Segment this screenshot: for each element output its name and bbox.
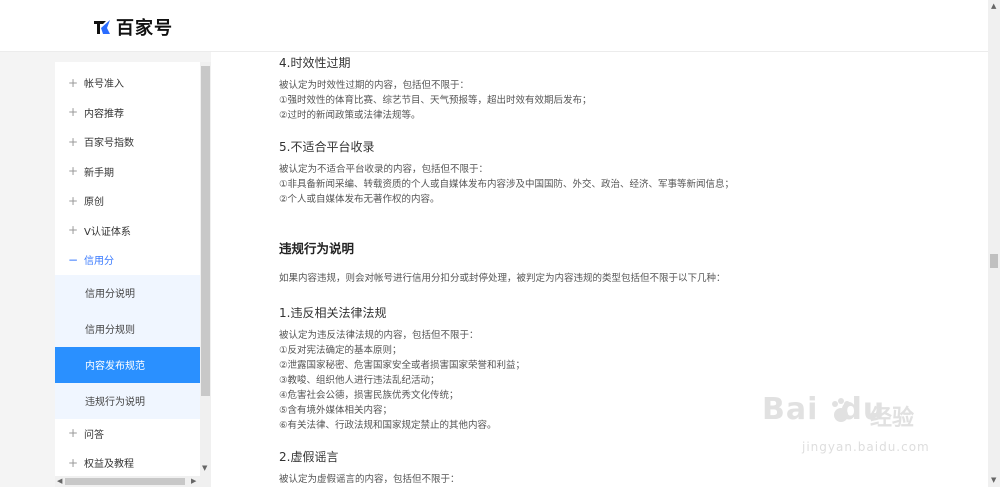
paragraph-line: 如果内容违规，则会对帐号进行信用分扣分或封停处理，被判定为内容违规的类型包括但不…	[279, 273, 726, 284]
expand-icon: +	[68, 105, 79, 120]
collapse-icon: −	[68, 252, 79, 267]
expand-icon: +	[68, 75, 79, 90]
sidebar-item-label: 信用分	[84, 256, 114, 268]
section-heading: 违规行为说明	[279, 241, 355, 256]
sidebar-item-label: 帐号准入	[84, 79, 124, 91]
paragraph-line: ①非具备新闻采编、转载资质的个人或自媒体发布内容涉及中国国防、外交、政治、经济、…	[279, 179, 735, 190]
sidebar-item-label: 问答	[84, 429, 104, 441]
sidebar-item-label: 原创	[84, 197, 104, 209]
watermark-url: jingyan.baidu.com	[802, 440, 930, 454]
scroll-down-arrow-icon[interactable]: ▼	[991, 476, 996, 484]
sidebar-item-label: 内容推荐	[84, 108, 124, 120]
page-scroll-thumb[interactable]	[990, 254, 998, 268]
section-title: 5.不适合平台收录	[279, 140, 375, 154]
paragraph-line: ②过时的新闻政策或法律法规等。	[279, 110, 421, 121]
sidebar-item-index[interactable]: + 百家号指数	[55, 127, 200, 157]
sidebar-item-content-recommend[interactable]: + 内容推荐	[55, 98, 200, 128]
paragraph-line: 被认定为虚假谣言的内容，包括但不限于：	[279, 474, 460, 485]
sidebar-item-newbie[interactable]: + 新手期	[55, 157, 200, 187]
scroll-up-arrow-icon[interactable]: ▲	[991, 2, 996, 10]
sidebar-hscrollbar[interactable]: ◀ ▶	[55, 476, 211, 487]
paragraph-line: ②个人或自媒体发布无著作权的内容。	[279, 194, 440, 205]
scroll-down-arrow-icon[interactable]: ▼	[202, 464, 207, 472]
section-illegal: 1.违反相关法律法规 被认定为违反法律法规的内容，包括但不限于： ①反对宪法确定…	[279, 304, 525, 433]
paragraph-line: ⑥有关法律、行政法规和国家规定禁止的其他内容。	[279, 420, 497, 431]
sidebar-item-account-access[interactable]: + 帐号准入	[55, 68, 200, 98]
section-violation: 违规行为说明 如果内容违规，则会对帐号进行信用分扣分或封停处理，被判定为内容违规…	[279, 238, 726, 286]
scroll-left-arrow-icon[interactable]: ◀	[57, 477, 62, 485]
logo-text: 百家号	[116, 18, 173, 39]
top-bar: 百家号	[0, 0, 988, 52]
section-title: 4.时效性过期	[279, 56, 351, 70]
sidebar-item-v-cert[interactable]: + V认证体系	[55, 216, 200, 246]
sidebar-item-label: 百家号指数	[84, 138, 134, 150]
sidebar-item-qa[interactable]: + 问答	[55, 419, 200, 449]
baijiahao-logo-icon	[94, 20, 110, 34]
expand-icon: +	[68, 426, 79, 441]
sidebar-item-label: 新手期	[84, 167, 114, 179]
sidebar-item-original[interactable]: + 原创	[55, 186, 200, 216]
sidebar-scrollbar[interactable]: ▼	[200, 62, 211, 476]
sidebar-nav: + 帐号准入 + 内容推荐 + 百家号指数 + 新手期 + 原创 + V认证体系 − 信用分 …	[55, 62, 200, 476]
baijiahao-logo[interactable]: 百家号	[92, 15, 173, 39]
sidebar-subitem-credit-rules[interactable]: 信用分规则	[55, 310, 200, 347]
sidebar-hscroll-thumb[interactable]	[65, 478, 185, 485]
paragraph-line: 被认定为违反法律法规的内容，包括但不限于：	[279, 330, 479, 341]
paragraph-line: 被认定为时效性过期的内容，包括但不限于：	[279, 80, 470, 91]
section-title: 2.虚假谣言	[279, 450, 339, 464]
expand-icon: +	[68, 223, 79, 238]
expand-icon: +	[68, 164, 79, 179]
sidebar-item-label: V认证体系	[84, 226, 131, 238]
paw-icon	[832, 398, 850, 422]
sidebar-scroll-thumb[interactable]	[201, 66, 210, 396]
sidebar-item-credit-score[interactable]: − 信用分	[55, 245, 200, 275]
paragraph-line: 被认定为不适合平台收录的内容，包括但不限于：	[279, 164, 489, 175]
paragraph-line: ④危害社会公德，损害民族优秀文化传统；	[279, 390, 459, 401]
sidebar-item-label: 权益及教程	[84, 459, 134, 471]
page-scrollbar[interactable]: ▲ ▼	[988, 0, 1000, 487]
paragraph-line: ①反对宪法确定的基本原则；	[279, 345, 402, 356]
sidebar-subitem-publish-rules[interactable]: 内容发布规范	[55, 346, 200, 383]
paragraph-line: ①强时效性的体育比赛、综艺节目、天气预报等，超出时效有效期后发布；	[279, 95, 592, 106]
expand-icon: +	[68, 193, 79, 208]
section-unsuitable: 5.不适合平台收录 被认定为不适合平台收录的内容，包括但不限于： ①非具备新闻采…	[279, 138, 734, 207]
watermark-cn: 经验	[870, 406, 915, 431]
sidebar-subitem-credit-intro[interactable]: 信用分说明	[55, 274, 200, 311]
section-rumor: 2.虚假谣言 被认定为虚假谣言的内容，包括但不限于：	[279, 448, 460, 487]
sidebar-subitem-violation[interactable]: 违规行为说明	[55, 382, 200, 419]
paragraph-line: ③教唆、组织他人进行违法乱纪活动；	[279, 375, 440, 386]
sidebar-item-rights-tutorial[interactable]: + 权益及教程	[55, 448, 200, 476]
paragraph-line: ⑤含有境外媒体相关内容；	[279, 405, 393, 416]
section-outdated: 4.时效性过期 被认定为时效性过期的内容，包括但不限于： ①强时效性的体育比赛、…	[279, 54, 592, 123]
watermark-brand: Bai du	[762, 392, 886, 427]
baidu-jingyan-watermark: Bai du 经验 jingyan.baidu.com	[742, 392, 962, 462]
expand-icon: +	[68, 134, 79, 149]
expand-icon: +	[68, 455, 79, 470]
section-title: 1.违反相关法律法规	[279, 306, 387, 320]
scroll-right-arrow-icon[interactable]: ▶	[191, 477, 196, 485]
paragraph-line: ②泄露国家秘密、危害国家安全或者损害国家荣誉和利益；	[279, 360, 526, 371]
